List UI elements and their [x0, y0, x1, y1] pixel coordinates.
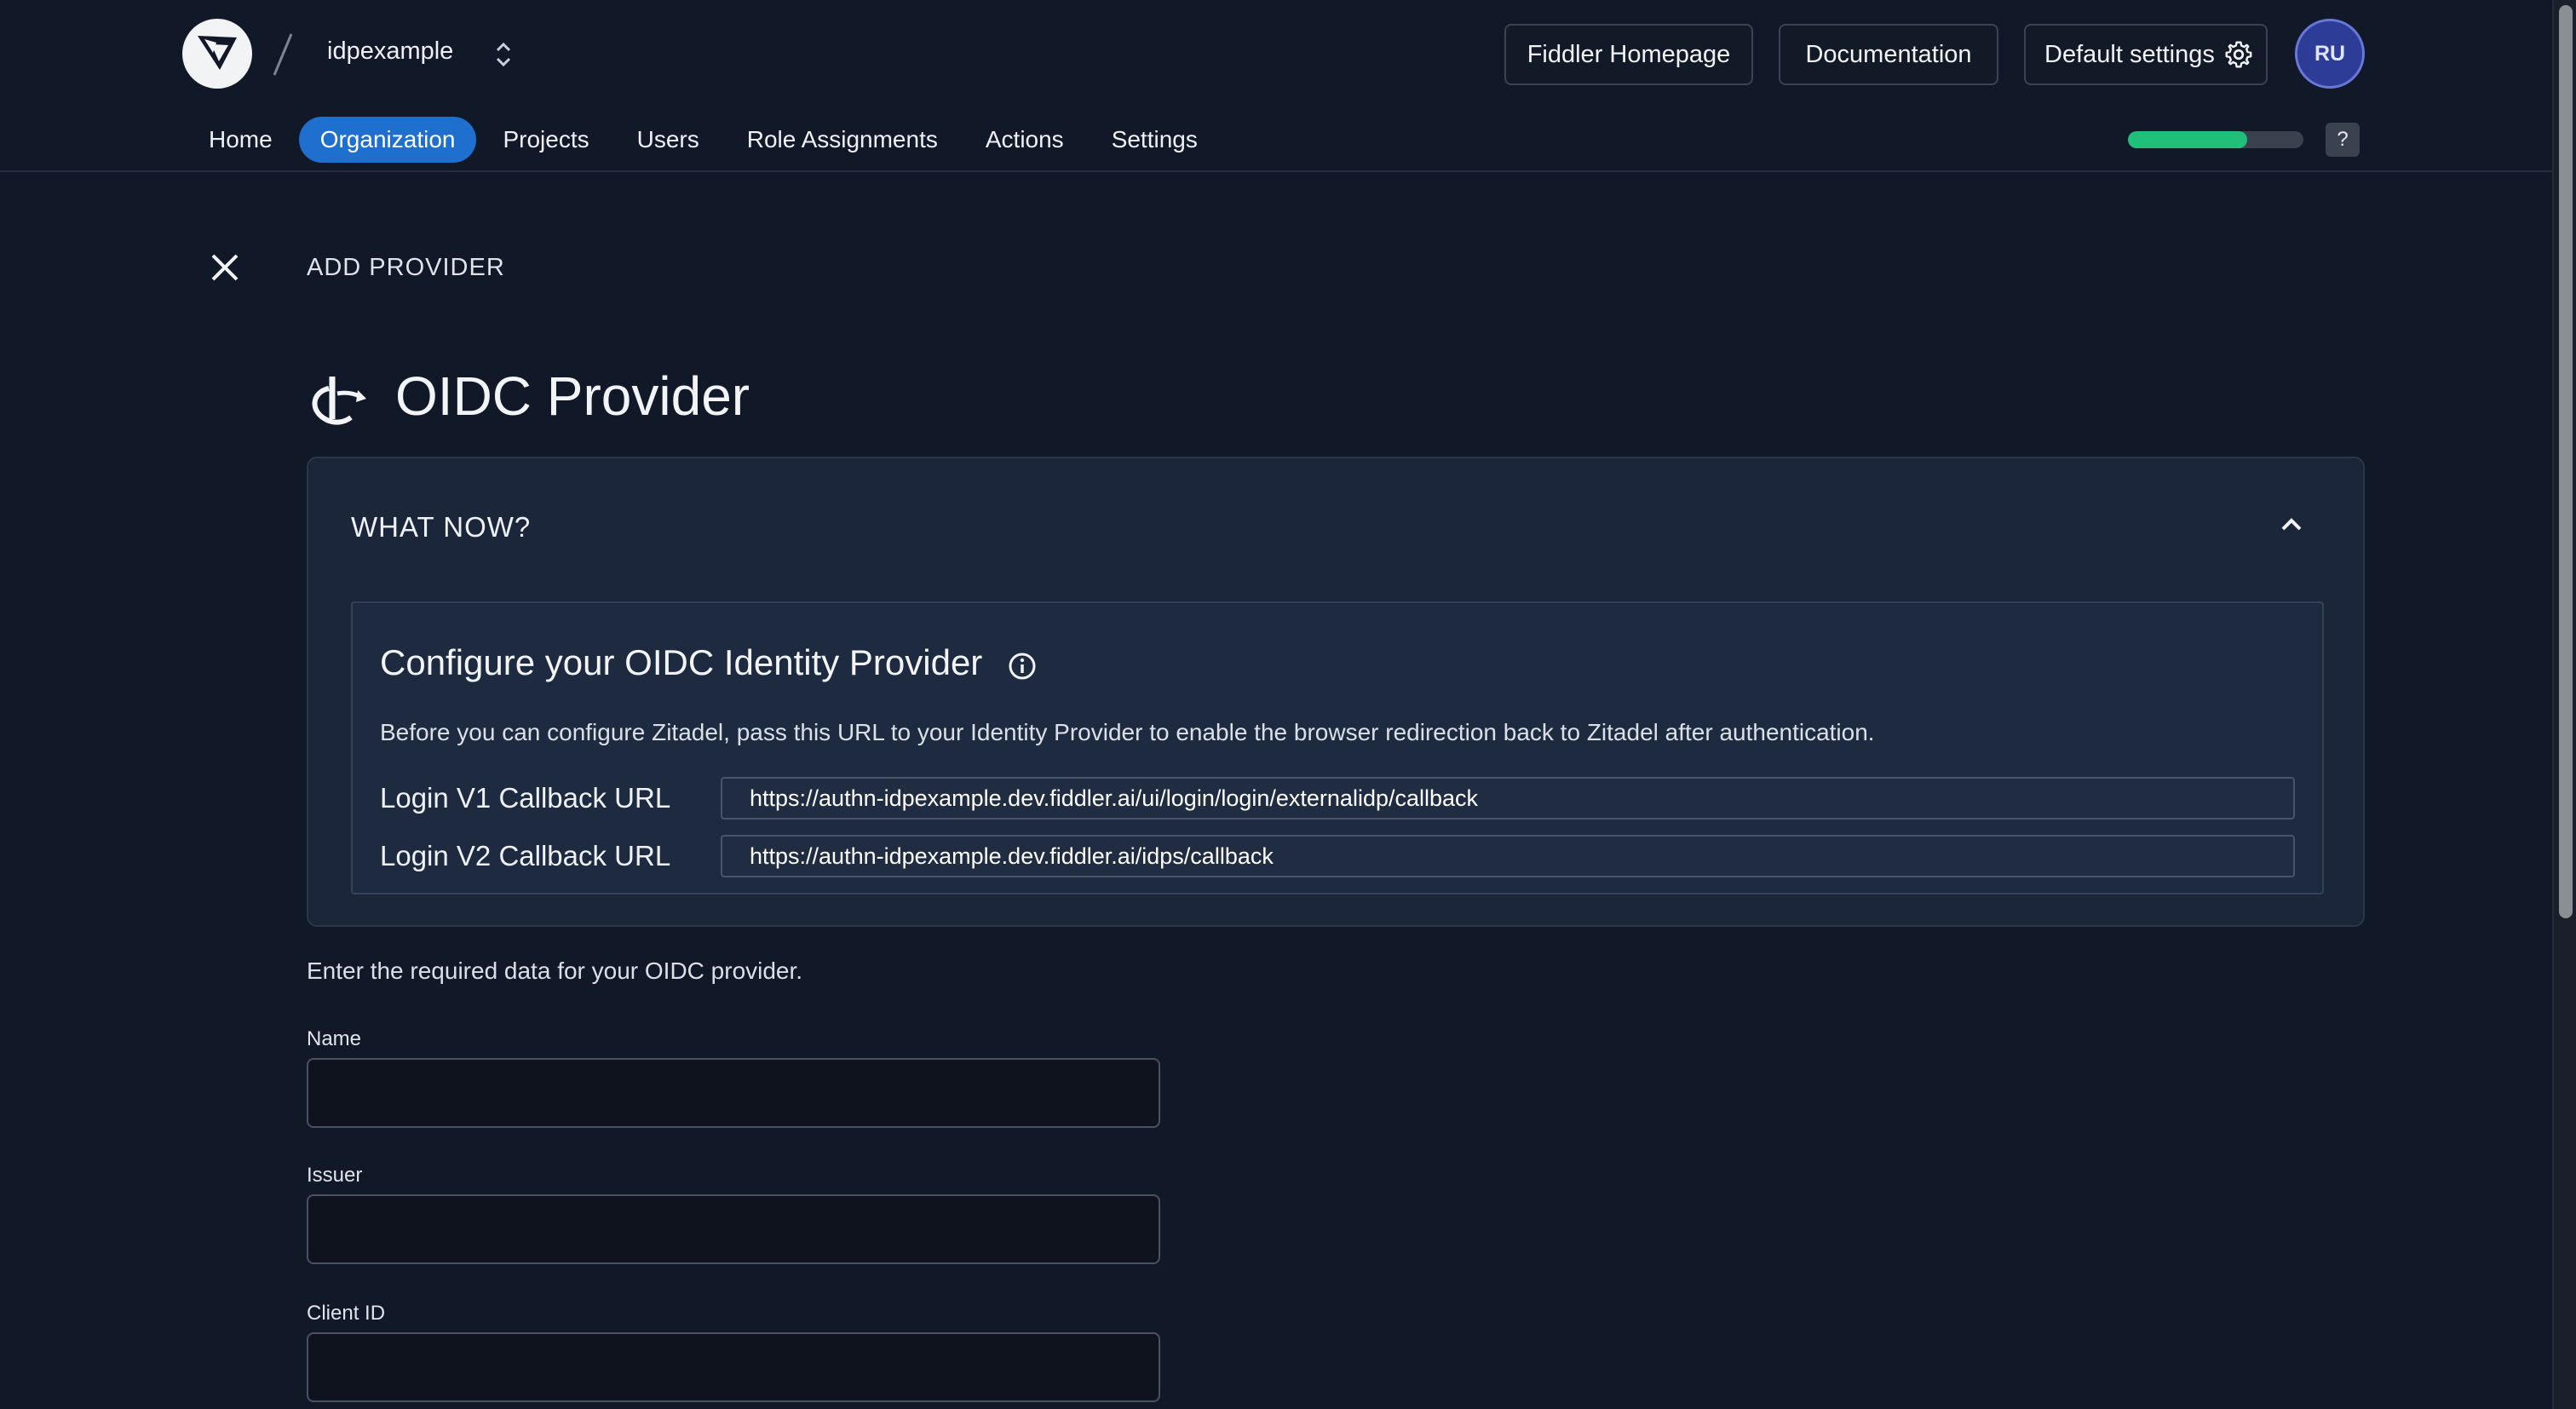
- onboarding-progress-fill: [2128, 131, 2248, 148]
- fiddler-homepage-button[interactable]: Fiddler Homepage: [1504, 24, 1753, 85]
- callback-v1-url[interactable]: https://authn-idpexample.dev.fiddler.ai/…: [721, 777, 2295, 820]
- breadcrumb: ADD PROVIDER: [307, 254, 505, 281]
- callback-v2-label: Login V2 Callback URL: [380, 840, 671, 871]
- close-icon[interactable]: [208, 250, 242, 285]
- scrollbar[interactable]: [2552, 0, 2576, 1409]
- scrollbar-thumb[interactable]: [2559, 5, 2573, 918]
- card-description: Before you can configure Zitadel, pass t…: [380, 719, 1875, 745]
- fiddler-homepage-label: Fiddler Homepage: [1527, 40, 1731, 68]
- nav-item-projects[interactable]: Projects: [481, 117, 610, 163]
- top-bar: idpexample Fiddler Homepage Documentatio…: [0, 0, 2552, 172]
- client-id-label: Client ID: [307, 1302, 386, 1325]
- org-name[interactable]: idpexample: [327, 37, 453, 66]
- what-now-title[interactable]: WHAT NOW?: [351, 511, 531, 543]
- help-button[interactable]: ?: [2326, 123, 2360, 157]
- nav-item-users[interactable]: Users: [616, 117, 721, 163]
- zitadel-logo-icon[interactable]: [182, 19, 252, 89]
- info-icon[interactable]: [1007, 651, 1038, 681]
- form-intro: Enter the required data for your OIDC pr…: [307, 958, 803, 984]
- what-now-panel: WHAT NOW? Configure your OIDC Identity P…: [307, 457, 2365, 927]
- name-label: Name: [307, 1027, 362, 1050]
- documentation-label: Documentation: [1805, 40, 1972, 68]
- callback-v2-url[interactable]: https://authn-idpexample.dev.fiddler.ai/…: [721, 835, 2295, 877]
- default-settings-button[interactable]: Default settings: [2024, 24, 2268, 85]
- nav-item-role-assignments[interactable]: Role Assignments: [726, 117, 959, 163]
- nav-item-actions[interactable]: Actions: [964, 117, 1085, 163]
- onboarding-progress-bar[interactable]: [2128, 131, 2303, 148]
- openid-icon: [312, 377, 366, 425]
- default-settings-label: Default settings: [2044, 40, 2215, 68]
- name-input[interactable]: [307, 1058, 1160, 1128]
- help-label: ?: [2337, 128, 2349, 151]
- user-avatar[interactable]: RU: [2295, 19, 2365, 89]
- chevron-up-icon[interactable]: [2276, 511, 2307, 537]
- issuer-label: Issuer: [307, 1164, 363, 1187]
- nav-item-settings[interactable]: Settings: [1090, 117, 1219, 163]
- callback-v1-label: Login V1 Callback URL: [380, 782, 671, 814]
- issuer-input[interactable]: [307, 1194, 1160, 1264]
- page-title: OIDC Provider: [395, 365, 750, 427]
- callback-info-card: Configure your OIDC Identity Provider Be…: [351, 601, 2324, 894]
- card-title: Configure your OIDC Identity Provider: [380, 642, 983, 682]
- main-nav: Home Organization Projects Users Role As…: [187, 116, 1224, 164]
- client-id-input[interactable]: [307, 1332, 1160, 1402]
- nav-item-organization[interactable]: Organization: [298, 117, 477, 163]
- breadcrumb-separator-icon: [273, 33, 293, 76]
- documentation-button[interactable]: Documentation: [1779, 24, 1998, 85]
- avatar-initials: RU: [2314, 41, 2346, 66]
- org-switch-chevron-icon[interactable]: [487, 37, 520, 72]
- gear-icon: [2225, 41, 2252, 68]
- nav-item-home[interactable]: Home: [187, 117, 294, 163]
